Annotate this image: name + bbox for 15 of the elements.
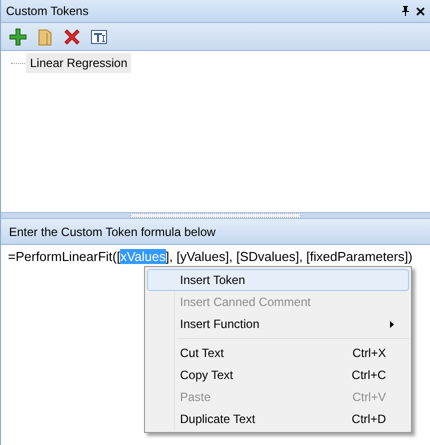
text-format-icon[interactable] [90,28,108,46]
menu-item[interactable]: Duplicate Text Ctrl+D [147,408,409,430]
menu-item[interactable]: Insert Function [147,313,409,335]
pin-icon[interactable] [401,6,410,16]
formula-instructions: Enter the Custom Token formula below [9,224,216,240]
delete-icon[interactable] [63,28,81,46]
panel-title: Custom Tokens [6,3,88,20]
folder-icon[interactable] [36,28,54,46]
tree-item[interactable]: Linear Regression [26,53,132,73]
submenu-arrow-icon [390,320,394,328]
plus-icon[interactable] [9,28,27,46]
close-icon[interactable] [416,6,425,16]
menu-item[interactable]: Cut Text Ctrl+X [147,342,409,364]
menu-item[interactable]: Insert Token [147,269,409,291]
menu-item[interactable]: Copy Text Ctrl+C [147,364,409,386]
